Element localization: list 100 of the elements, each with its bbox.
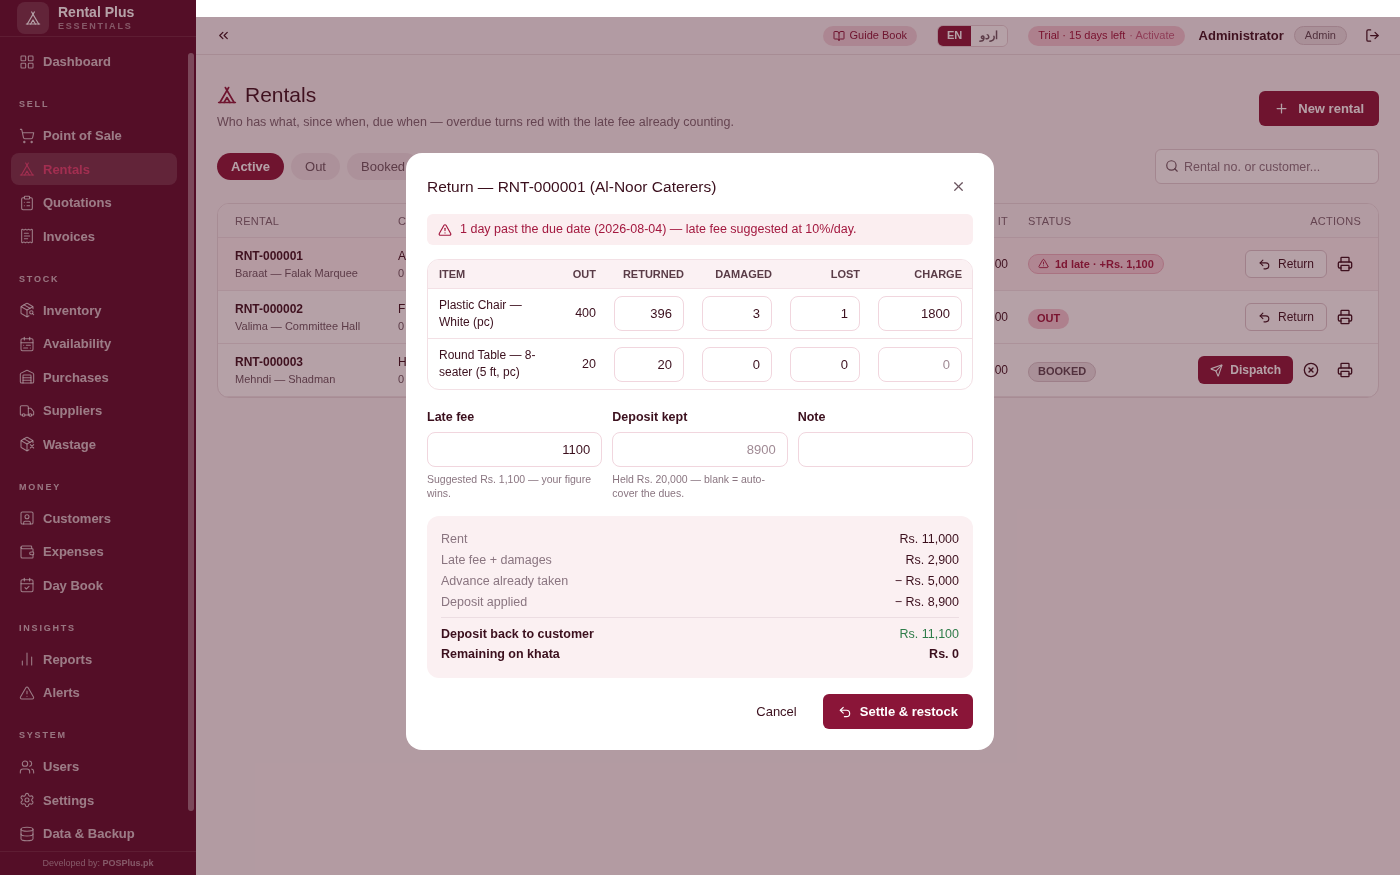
cancel-icon[interactable] — [1303, 362, 1319, 379]
out-quantity: 400 — [574, 305, 596, 323]
input-field[interactable]: 1800 — [878, 296, 962, 332]
undo-icon — [1257, 310, 1271, 324]
sidebar-item[interactable]: Users — [11, 750, 177, 783]
print-icon[interactable] — [1337, 362, 1353, 379]
settings-icon — [19, 792, 35, 809]
return-button[interactable]: Return — [1244, 303, 1327, 332]
settle-button[interactable]: Settle & restock — [822, 694, 973, 729]
rental-number: RNT-000002 — [235, 301, 305, 318]
sidebar-item[interactable]: Alerts — [11, 676, 177, 709]
field-label: Late fee — [427, 409, 476, 427]
package-icon — [19, 436, 35, 453]
print-icon[interactable] — [1337, 309, 1353, 326]
sidebar-item[interactable]: Settings — [11, 784, 177, 817]
activate-link[interactable]: · Activate — [1129, 27, 1175, 44]
cancel-button[interactable]: Cancel — [750, 694, 803, 729]
sidebar-item[interactable]: Dashboard — [11, 45, 177, 78]
section-label: STOCK — [18, 272, 61, 286]
dialog-title: Return — RNT-000001 (Al-Noor Caterers) — [427, 177, 717, 197]
warehouse-icon — [19, 369, 35, 386]
warning-icon — [19, 684, 35, 701]
book-icon — [832, 29, 845, 42]
contact-icon — [19, 510, 35, 527]
dispatch-button[interactable]: Dispatch — [1198, 356, 1293, 385]
item-name: Plastic Chair — White (pc) — [438, 296, 523, 331]
input-field[interactable]: 0 — [878, 346, 962, 382]
summary-amount: Rs. 0 — [929, 646, 959, 664]
column-header: DAMAGED — [714, 267, 772, 282]
table-cell-text: 00 — [994, 362, 1008, 380]
column-header: LOST — [829, 267, 860, 282]
plus-icon — [1274, 101, 1290, 116]
send-icon — [1210, 363, 1224, 377]
input-field[interactable]: 0 — [790, 346, 860, 382]
sidebar-item[interactable]: Availability — [11, 327, 177, 360]
language-toggle[interactable]: EN — [938, 25, 972, 46]
sidebar-item[interactable]: Quotations — [11, 186, 177, 219]
undo-icon — [837, 704, 852, 719]
chart-icon — [19, 651, 35, 668]
input-field[interactable]: 3 — [702, 296, 772, 332]
column-header: C — [398, 213, 407, 229]
print-icon[interactable] — [1337, 256, 1353, 273]
column-header: RENTAL — [235, 213, 280, 229]
column-header: IT — [997, 213, 1008, 229]
sidebar-item[interactable]: Suppliers — [11, 394, 177, 427]
input-field[interactable] — [797, 432, 973, 467]
sidebar-item[interactable]: Reports — [11, 643, 177, 676]
wallet-icon — [19, 543, 35, 560]
filter-tab[interactable]: Active — [217, 153, 285, 181]
input-field[interactable]: 1 — [790, 296, 860, 332]
section-label: SELL — [18, 98, 51, 112]
table-cell-text: 0 — [398, 266, 405, 281]
summary-label: Deposit back to customer — [441, 625, 594, 643]
warning-icon — [438, 222, 452, 237]
sidebar-item[interactable]: Day Book — [11, 569, 177, 602]
sidebar-item[interactable]: Point of Sale — [11, 119, 177, 152]
summary-amount: − Rs. 5,000 — [894, 573, 959, 591]
event-name: Baraat — Falak Marquee — [235, 266, 359, 281]
sidebar-item[interactable]: Invoices — [11, 220, 177, 253]
sidebar-item[interactable]: Customers — [11, 502, 177, 535]
field-hint: Held Rs. 20,000 — blank = auto-cover the dues. — [612, 472, 766, 500]
sidebar-item[interactable]: Purchases — [11, 361, 177, 394]
status-badge: 1d late · +Rs. 1,100 — [1028, 253, 1164, 274]
column-header: RETURNED — [621, 267, 684, 282]
brand-name: Rental Plus — [58, 3, 135, 21]
column-header: STATUS — [1028, 213, 1072, 229]
table-cell-text: 0 — [398, 372, 405, 387]
sidebar-item[interactable]: Expenses — [11, 535, 177, 568]
summary-label: Remaining on khata — [441, 646, 560, 664]
package-icon — [19, 302, 35, 319]
column-header: CHARGE — [913, 267, 962, 282]
cart-icon — [19, 127, 35, 144]
input-field[interactable]: 396 — [614, 296, 684, 332]
sidebar-item[interactable]: Wastage — [11, 428, 177, 461]
guide-book-button[interactable]: Guide Book — [822, 25, 918, 46]
out-quantity: 20 — [581, 355, 596, 373]
rental-number: RNT-000001 — [235, 248, 305, 265]
summary-label: Deposit applied — [441, 594, 528, 612]
summary-amount: Rs. 11,100 — [899, 625, 959, 643]
field-label: Note — [797, 409, 827, 427]
sidebar-item[interactable]: Inventory — [11, 294, 177, 327]
input-field[interactable]: 0 — [702, 346, 772, 382]
input-field[interactable]: 1100 — [427, 432, 603, 467]
return-button[interactable]: Return — [1244, 250, 1327, 279]
summary-label: Advance already taken — [441, 573, 569, 591]
rental-number: RNT-000003 — [235, 354, 305, 371]
language-toggle[interactable]: اردو — [971, 25, 1008, 46]
sidebar-item[interactable]: Data & Backup — [11, 817, 177, 850]
search-field[interactable]: Rental no. or customer... — [1155, 149, 1379, 185]
calendar-icon — [19, 577, 35, 594]
logout-icon[interactable] — [1365, 28, 1380, 43]
column-header: ACTIONS — [1310, 213, 1361, 229]
input-field[interactable]: 20 — [614, 346, 684, 382]
column-header: ITEM — [438, 267, 467, 282]
role-badge: Admin — [1293, 26, 1347, 45]
summary-amount: Rs. 2,900 — [905, 552, 959, 570]
new-rental-button[interactable]: New rental — [1259, 91, 1379, 126]
input-field[interactable]: 8900 — [612, 432, 788, 467]
filter-tab[interactable]: Out — [291, 153, 340, 181]
item-name: Round Table — 8-seater (5 ft, pc) — [438, 347, 537, 382]
